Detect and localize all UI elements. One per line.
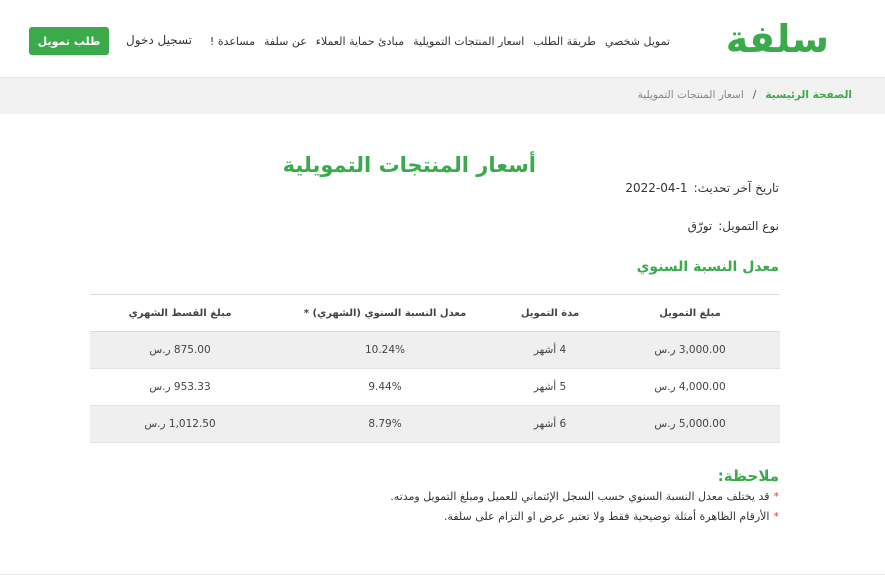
- notes-title: ملاحظة:: [717, 467, 779, 485]
- cell-rate: 8.79%: [368, 418, 402, 430]
- nav-item-about[interactable]: عن سلفة: [264, 34, 307, 50]
- breadcrumb-bar: الصفحة الرئيسية / اسعار المنتجات التمويل…: [0, 78, 885, 114]
- last-update-label: تاريخ آخر تحديث:: [693, 181, 779, 195]
- nav-item-customer-protection[interactable]: مبادئ حماية العملاء: [316, 34, 404, 50]
- table-header-row: مبلغ التمويل مدة التمويل معدل النسبة الس…: [90, 295, 780, 332]
- note-text: الأرقام الظاهرة أمثلة توضيحية فقط ولا تع…: [443, 510, 770, 523]
- site-header: سلفة تمويل شخصي طريقة الطلب اسعار المنتج…: [0, 0, 885, 78]
- login-link[interactable]: تسجيل دخول: [126, 31, 192, 49]
- cell-monthly: 1,012.50 ر.س: [144, 418, 216, 430]
- cell-amount: 5,000.00 ر.س: [654, 418, 726, 430]
- header-amount: مبلغ التمويل: [659, 307, 721, 319]
- nav-item-product-prices[interactable]: اسعار المنتجات التمويلية: [413, 34, 524, 50]
- pricing-table: مبلغ التمويل مدة التمويل معدل النسبة الس…: [90, 294, 780, 443]
- logo[interactable]: سلفة: [726, 14, 829, 64]
- header-rate: معدل النسبة السنوي (الشهري) *: [303, 307, 467, 319]
- cell-term: 5 أشهر: [533, 381, 567, 393]
- apply-button[interactable]: طلب تمويل: [29, 27, 109, 55]
- last-update-value: 1-04-2022: [625, 181, 688, 195]
- cell-term: 6 أشهر: [533, 418, 567, 430]
- note-item: *قد يختلف معدل النسبة السنوي حسب السجل ا…: [390, 489, 779, 505]
- header-term: مدة التمويل: [520, 307, 580, 319]
- cell-amount: 4,000.00 ر.س: [654, 381, 726, 393]
- last-update: تاريخ آخر تحديث: 1-04-2022: [625, 180, 779, 196]
- nav-item-how-to-apply[interactable]: طريقة الطلب: [533, 34, 596, 50]
- cell-rate: 10.24%: [364, 344, 406, 356]
- note-asterisk: *: [773, 510, 780, 523]
- cell-monthly: 953.33 ر.س: [149, 381, 211, 393]
- finance-type-value: تورّق: [687, 219, 713, 233]
- breadcrumb-current: اسعار المنتجات التمويلية: [637, 89, 744, 101]
- cell-rate: 9.44%: [368, 381, 402, 393]
- cell-amount: 3,000.00 ر.س: [654, 344, 726, 356]
- breadcrumb-separator: /: [752, 89, 757, 101]
- finance-type-label: نوع التمويل:: [718, 219, 779, 233]
- note-asterisk: *: [773, 490, 780, 503]
- main-nav: تمويل شخصي طريقة الطلب اسعار المنتجات ال…: [201, 34, 670, 50]
- table-row: 4,000.00 ر.س 5 أشهر 9.44% 953.33 ر.س: [90, 369, 780, 406]
- table-row: 5,000.00 ر.س 6 أشهر 8.79% 1,012.50 ر.س: [90, 406, 780, 443]
- nav-item-help[interactable]: مساعدة !: [210, 34, 255, 50]
- note-text: قد يختلف معدل النسبة السنوي حسب السجل ال…: [390, 490, 770, 503]
- breadcrumb: الصفحة الرئيسية / اسعار المنتجات التمويل…: [638, 89, 852, 101]
- page-title: أسعار المنتجات التمويلية: [282, 153, 536, 177]
- header-monthly: مبلغ القسط الشهري: [128, 307, 232, 319]
- apr-section-title: معدل النسبة السنوي: [636, 259, 779, 275]
- note-item: *الأرقام الظاهرة أمثلة توضيحية فقط ولا ت…: [444, 509, 779, 525]
- table-row: 3,000.00 ر.س 4 أشهر 10.24% 875.00 ر.س: [90, 332, 780, 369]
- breadcrumb-home-link[interactable]: الصفحة الرئيسية: [765, 89, 852, 101]
- cell-term: 4 أشهر: [533, 344, 567, 356]
- nav-item-personal-finance[interactable]: تمويل شخصي: [605, 34, 670, 50]
- cell-monthly: 875.00 ر.س: [149, 344, 211, 356]
- finance-type: نوع التمويل: تورّق: [688, 218, 779, 234]
- footer-divider: [0, 574, 885, 575]
